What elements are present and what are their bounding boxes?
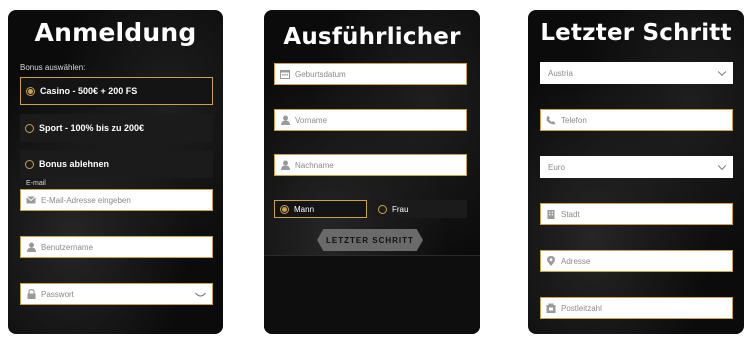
country-value: Austria — [548, 68, 573, 78]
password-field[interactable]: Passwort — [20, 283, 213, 305]
currency-value: Euro — [548, 162, 565, 172]
phone-icon — [546, 115, 556, 125]
email-label: E-mail — [26, 180, 46, 187]
chevron-down-icon — [717, 161, 727, 171]
bonus-select-label: Bonus auswählen: — [20, 63, 86, 72]
bonus-option-sport[interactable]: Sport - 100% bis zu 200€ — [20, 114, 213, 142]
birthdate-field[interactable]: Geburtsdatum — [274, 63, 467, 85]
user-icon — [26, 242, 36, 252]
lastname-placeholder: Nachname — [295, 160, 334, 170]
user-icon — [280, 160, 290, 170]
bonus-option-casino[interactable]: Casino - 500€ + 200 FS — [20, 77, 213, 105]
postal-code-placeholder: Postleitzahl — [561, 303, 602, 313]
username-field[interactable]: Benutzername — [20, 236, 213, 258]
show-password-icon[interactable] — [195, 285, 206, 303]
lock-icon — [26, 289, 36, 299]
step-3-title: Letzter Schritt — [540, 20, 732, 46]
phone-field[interactable]: Telefon — [540, 109, 733, 131]
envelope-icon — [26, 195, 36, 205]
username-placeholder: Benutzername — [41, 242, 94, 252]
radio-selected-icon — [26, 86, 35, 96]
last-step-button[interactable]: LETZTER SCHRITT — [317, 229, 423, 251]
step-1-title: Anmeldung — [34, 18, 197, 47]
registration-step-3-panel: Letzter Schritt Austria Telefon Euro Sta… — [528, 10, 744, 334]
currency-select[interactable]: Euro — [540, 156, 733, 178]
panel-lower-section — [264, 255, 480, 334]
step-2-title: Ausführlicher — [283, 24, 461, 50]
bonus-option-label: Bonus ablehnen — [39, 159, 110, 169]
password-placeholder: Passwort — [41, 289, 74, 299]
country-select[interactable]: Austria — [540, 62, 733, 84]
calendar-icon — [280, 69, 290, 79]
bonus-option-decline[interactable]: Bonus ablehnen — [20, 150, 213, 178]
radio-unselected-icon — [25, 123, 34, 133]
address-placeholder: Adresse — [561, 256, 591, 266]
gender-option-label: Mann — [294, 204, 315, 214]
bonus-option-label: Sport - 100% bis zu 200€ — [39, 123, 145, 133]
user-icon — [280, 115, 290, 125]
postal-code-field[interactable]: Postleitzahl — [540, 297, 733, 319]
chevron-down-icon — [717, 67, 727, 77]
phone-placeholder: Telefon — [561, 115, 587, 125]
radio-unselected-icon — [378, 204, 387, 214]
city-placeholder: Stadt — [561, 209, 580, 219]
gender-option-label: Frau — [392, 204, 409, 214]
building-icon — [546, 209, 556, 219]
registration-step-2-panel: Ausführlicher Geburtsdatum Vorname Nachn… — [264, 10, 480, 334]
birthdate-placeholder: Geburtsdatum — [295, 69, 346, 79]
gender-option-female[interactable]: Frau — [373, 200, 467, 218]
address-field[interactable]: Adresse — [540, 250, 733, 272]
bonus-option-label: Casino - 500€ + 200 FS — [40, 86, 138, 96]
map-pin-icon — [546, 256, 556, 266]
lastname-field[interactable]: Nachname — [274, 154, 467, 176]
radio-selected-icon — [280, 204, 289, 214]
gender-option-male[interactable]: Mann — [274, 200, 367, 218]
firstname-placeholder: Vorname — [295, 115, 328, 125]
firstname-field[interactable]: Vorname — [274, 109, 467, 131]
city-field[interactable]: Stadt — [540, 203, 733, 225]
radio-unselected-icon — [25, 159, 34, 169]
registration-step-1-panel: Anmeldung Bonus auswählen: Casino - 500€… — [8, 10, 223, 334]
email-field[interactable]: E-Mail-Adresse eingeben — [20, 189, 213, 211]
email-placeholder: E-Mail-Adresse eingeben — [41, 195, 131, 205]
postbox-icon — [546, 303, 556, 313]
